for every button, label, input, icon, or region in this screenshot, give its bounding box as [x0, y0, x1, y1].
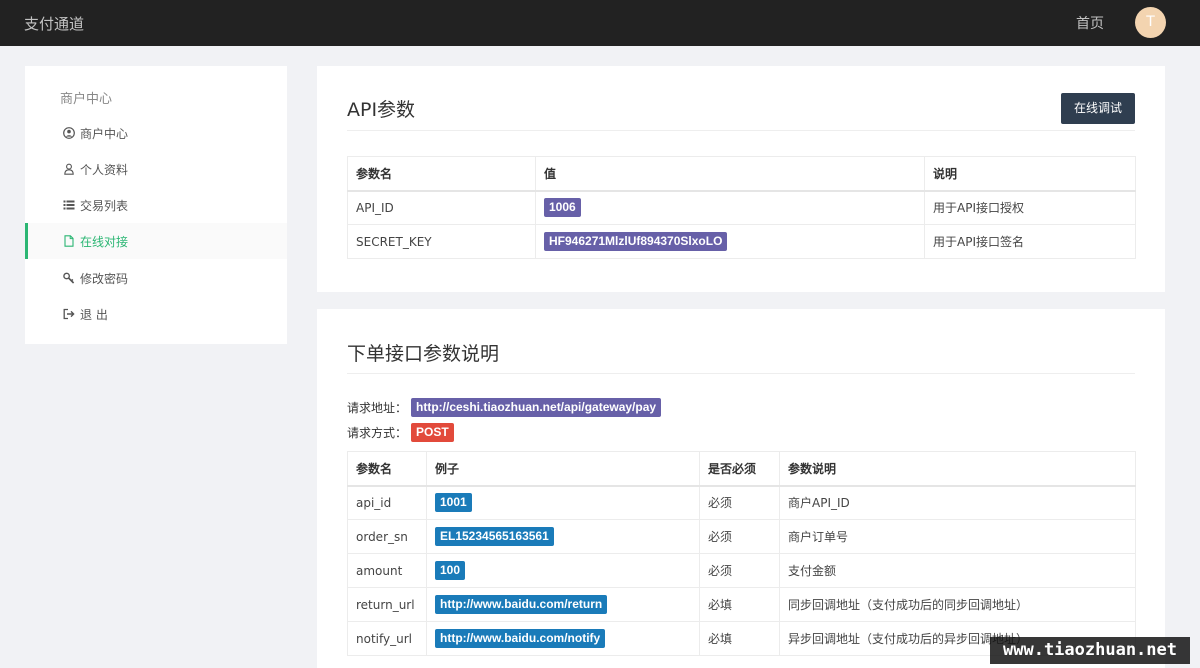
- table-row: order_sn EL15234565163561 必须 商户订单号: [347, 519, 1136, 554]
- request-url-line: 请求地址： http://ceshi.tiaozhuan.net/api/gat…: [347, 398, 662, 417]
- divider: [347, 130, 1135, 131]
- sidebar-item-change-password[interactable]: 修改密码: [25, 260, 287, 296]
- sidebar-item-transactions[interactable]: 交易列表: [25, 187, 287, 223]
- key-icon: [63, 272, 75, 284]
- watermark: www.tiaozhuan.net: [990, 637, 1190, 664]
- api-params-table: 参数名 值 说明 API_ID 1006 用于API接口授权 SECRET_KE…: [347, 156, 1136, 259]
- param-desc: 同步回调地址（支付成功后的同步回调地址）: [779, 587, 1136, 622]
- table-row: API_ID 1006 用于API接口授权: [347, 190, 1136, 225]
- sidebar-item-label: 修改密码: [80, 271, 129, 286]
- api-id-value: 1006: [544, 198, 581, 218]
- sidebar-item-profile[interactable]: 个人资料: [25, 151, 287, 187]
- request-method-label: 请求方式：: [347, 426, 408, 440]
- param-desc: 支付金额: [779, 553, 1136, 588]
- column-header: 是否必须: [699, 451, 780, 486]
- param-example-cell: EL15234565163561: [426, 519, 700, 554]
- param-name: notify_url: [347, 621, 427, 656]
- table-header-row: 参数名 值 说明: [347, 156, 1136, 191]
- sidebar-item-label: 在线对接: [80, 234, 129, 249]
- request-method-value: POST: [411, 423, 454, 442]
- secret-key-value: HF946271MlzlUf894370SlxoLO: [544, 232, 728, 251]
- online-debug-button[interactable]: 在线调试: [1061, 93, 1135, 124]
- param-value-cell: 1006: [535, 190, 925, 225]
- request-url-label: 请求地址：: [347, 401, 408, 415]
- home-link[interactable]: 首页: [1076, 13, 1104, 33]
- sidebar-item-logout[interactable]: 退 出: [25, 296, 287, 332]
- request-method-line: 请求方式： POST: [347, 423, 454, 442]
- param-example: EL15234565163561: [435, 527, 554, 546]
- list-icon: [63, 199, 75, 211]
- param-desc: 商户订单号: [779, 519, 1136, 554]
- param-desc: 用于API接口签名: [924, 224, 1136, 259]
- param-required: 必须: [699, 485, 780, 520]
- sidebar: 商户中心 商户中心 个人资料 交易列表 在线对接 修改密码 退 出: [25, 66, 287, 344]
- param-example-cell: 100: [426, 553, 700, 588]
- param-required: 必须: [699, 519, 780, 554]
- param-desc: 用于API接口授权: [924, 190, 1136, 225]
- column-header: 参数名: [347, 451, 427, 486]
- user-circle-icon: [63, 127, 75, 139]
- table-row: amount 100 必须 支付金额: [347, 553, 1136, 588]
- sidebar-item-label: 退 出: [80, 307, 108, 322]
- column-header: 说明: [924, 156, 1136, 191]
- api-params-title: API参数: [347, 99, 416, 121]
- param-example: http://www.baidu.com/notify: [435, 629, 606, 648]
- param-name: return_url: [347, 587, 427, 622]
- param-example-cell: 1001: [426, 485, 700, 520]
- param-value-cell: HF946271MlzlUf894370SlxoLO: [535, 224, 925, 259]
- order-api-card: 下单接口参数说明 请求地址： http://ceshi.tiaozhuan.ne…: [317, 309, 1165, 668]
- param-example: 100: [435, 561, 466, 580]
- column-header: 参数名: [347, 156, 536, 191]
- order-params-table: 参数名 例子 是否必须 参数说明 api_id 1001 必须 商户API_ID…: [347, 451, 1136, 656]
- table-row: return_url http://www.baidu.com/return 必…: [347, 587, 1136, 622]
- user-icon: [63, 163, 75, 175]
- table-row: SECRET_KEY HF946271MlzlUf894370SlxoLO 用于…: [347, 224, 1136, 259]
- param-required: 必填: [699, 621, 780, 656]
- sidebar-item-label: 个人资料: [80, 162, 129, 177]
- brand-title[interactable]: 支付通道: [24, 13, 84, 34]
- file-icon: [63, 235, 75, 247]
- param-desc: 商户API_ID: [779, 485, 1136, 520]
- param-example: http://www.baidu.com/return: [435, 595, 608, 614]
- param-name: api_id: [347, 485, 427, 520]
- param-name: amount: [347, 553, 427, 588]
- divider: [347, 373, 1135, 374]
- column-header: 例子: [426, 451, 700, 486]
- param-name: API_ID: [347, 190, 536, 225]
- top-navbar: 支付通道 首页 T: [0, 0, 1200, 46]
- column-header: 值: [535, 156, 925, 191]
- sidebar-item-online-integration[interactable]: 在线对接: [25, 223, 287, 259]
- sidebar-item-label: 交易列表: [80, 198, 129, 213]
- sign-out-icon: [63, 308, 75, 320]
- param-example-cell: http://www.baidu.com/return: [426, 587, 700, 622]
- avatar[interactable]: T: [1135, 7, 1166, 38]
- sidebar-item-merchant-center[interactable]: 商户中心: [25, 115, 287, 151]
- table-row: api_id 1001 必须 商户API_ID: [347, 485, 1136, 520]
- request-url-value: http://ceshi.tiaozhuan.net/api/gateway/p…: [411, 398, 662, 417]
- column-header: 参数说明: [779, 451, 1136, 486]
- param-required: 必填: [699, 587, 780, 622]
- param-name: order_sn: [347, 519, 427, 554]
- param-example-cell: http://www.baidu.com/notify: [426, 621, 700, 656]
- order-api-title: 下单接口参数说明: [347, 343, 500, 365]
- param-name: SECRET_KEY: [347, 224, 536, 259]
- table-header-row: 参数名 例子 是否必须 参数说明: [347, 451, 1136, 486]
- sidebar-item-label: 商户中心: [80, 126, 129, 141]
- param-required: 必须: [699, 553, 780, 588]
- param-example: 1001: [435, 493, 472, 513]
- api-params-card: API参数 在线调试 参数名 值 说明 API_ID 1006 用于API接口授…: [317, 66, 1165, 292]
- sidebar-title: 商户中心: [60, 92, 113, 107]
